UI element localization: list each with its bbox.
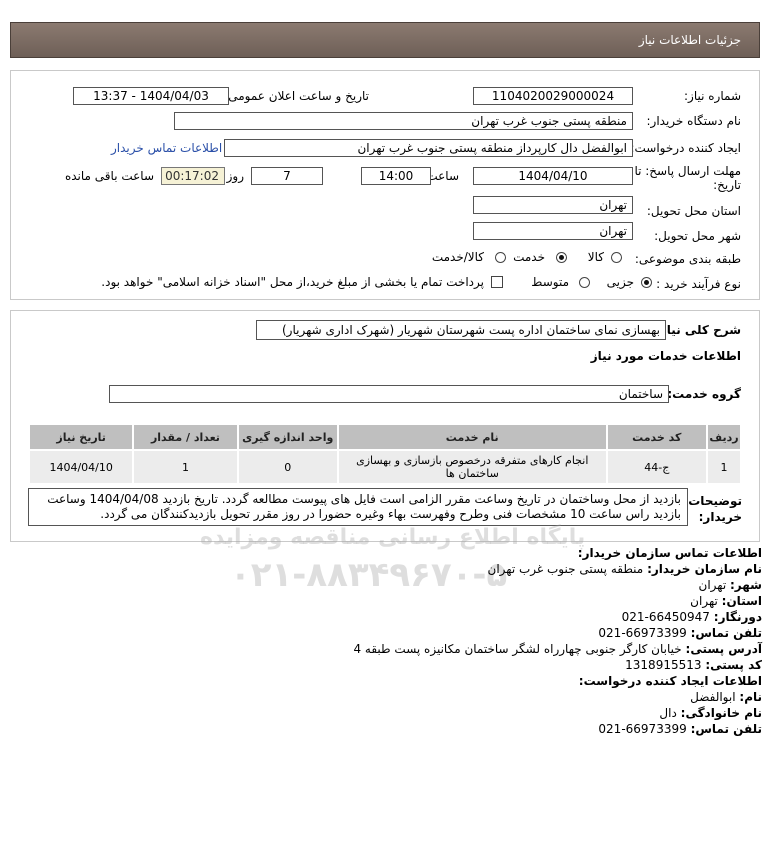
contact-phone: تلفن تماس: 66973399-021 xyxy=(598,626,762,640)
col-header-service-code: کد خدمت xyxy=(605,423,708,451)
col-header-quantity: تعداد / مقدار xyxy=(132,423,239,451)
purchase-medium-radio[interactable] xyxy=(579,277,590,288)
services-table: ردیف کد خدمت نام خدمت واحد اندازه گیری ت… xyxy=(27,423,743,485)
col-header-need-date: تاریخ نیاز xyxy=(27,423,135,451)
deadline-label-date: تاریخ: xyxy=(713,178,741,192)
page-title: جزئیات اطلاعات نیاز xyxy=(638,33,741,47)
col-header-unit: واحد اندازه گیری xyxy=(236,423,339,451)
summary-label: شرح کلی نیاز: xyxy=(655,323,741,337)
contact-title: اطلاعات تماس سازمان خریدار: xyxy=(577,546,762,560)
deadline-time-field: 14:00 xyxy=(361,167,431,185)
purchase-minor-radio[interactable] xyxy=(641,277,652,288)
creator-phone: تلفن تماس: 66973399-021 xyxy=(598,722,762,736)
announce-label: تاریخ و ساعت اعلان عمومی: xyxy=(224,89,369,103)
treasury-note: پرداخت تمام یا بخشی از مبلغ خرید،از محل … xyxy=(101,275,484,289)
page-header: جزئیات اطلاعات نیاز xyxy=(10,22,760,58)
cell-unit: 0 xyxy=(236,449,339,485)
col-header-row-number: ردیف xyxy=(705,423,743,451)
contact-city: شهر: تهران xyxy=(698,578,762,592)
cell-row-number: 1 xyxy=(705,449,743,485)
deadline-label: مهلت ارسال پاسخ: تا xyxy=(634,164,741,178)
treasury-checkbox[interactable] xyxy=(491,276,503,288)
service-group-field: ساختمان xyxy=(109,385,669,403)
creator-label: ایجاد کننده درخواست: xyxy=(630,141,741,155)
province-label: استان محل تحویل: xyxy=(646,204,741,218)
announce-field: 1404/04/03 - 13:37 xyxy=(73,87,229,105)
purchase-medium-label: متوسط xyxy=(531,275,569,289)
contact-postal: کد پستی: 1318915513 xyxy=(625,658,762,672)
category-goods-radio[interactable] xyxy=(611,252,622,263)
deadline-time-label: ساعت xyxy=(426,169,459,183)
purchase-type-label: نوع فرآیند خرید : xyxy=(656,277,741,291)
buyer-contact-link[interactable]: اطلاعات تماس خریدار xyxy=(111,141,222,155)
creator-title: اطلاعات ایجاد کننده درخواست: xyxy=(578,674,762,688)
deadline-date-field: 1404/04/10 xyxy=(473,167,633,185)
cell-service-code: ج-44 xyxy=(605,449,708,485)
cell-quantity: 1 xyxy=(132,449,239,485)
contact-fax: دورنگار: 66450947-021 xyxy=(621,610,762,624)
table-row: 1 ج-44 انجام کارهای متفرقه درخصوص بازساز… xyxy=(27,449,743,485)
category-service-radio[interactable] xyxy=(556,252,567,263)
cell-service-name: انجام کارهای متفرقه درخصوص بازسازی و بهس… xyxy=(336,449,608,485)
days-field: 7 xyxy=(251,167,323,185)
services-title: اطلاعات خدمات مورد نیاز xyxy=(590,349,741,363)
col-header-service-name: نام خدمت xyxy=(336,423,608,451)
need-number-label: شماره نیاز: xyxy=(684,89,741,103)
category-label: طبقه بندی موضوعی: xyxy=(634,252,741,266)
summary-field: بهسازی نمای ساختمان اداره پست شهرستان شه… xyxy=(256,320,666,340)
category-service-label: خدمت xyxy=(513,250,545,264)
purchase-minor-label: جزیی xyxy=(606,275,634,289)
creator-last-name: نام خانوادگی: دال xyxy=(659,706,762,720)
notes-label: توضیحات xyxy=(688,494,742,508)
category-both-radio[interactable] xyxy=(495,252,506,263)
service-group-label: گروه خدمت: xyxy=(667,387,741,401)
city-label: شهر محل تحویل: xyxy=(654,229,741,243)
need-number-field: 1104020029000024 xyxy=(473,87,633,105)
contact-org: نام سازمان خریدار: منطقه پستی جنوب غرب ت… xyxy=(487,562,762,576)
contact-province: استان: تهران xyxy=(690,594,762,608)
cell-need-date: 1404/04/10 xyxy=(27,449,135,485)
contact-address: آدرس پستی: خیابان کارگر جنوبی چهارراه لش… xyxy=(353,642,762,656)
need-info-panel: شماره نیاز: 1104020029000024 تاریخ و ساع… xyxy=(10,70,760,300)
creator-first-name: نام: ابوالفضل xyxy=(690,690,762,704)
remaining-label: ساعت باقی مانده xyxy=(64,169,154,183)
buyer-org-label: نام دستگاه خریدار: xyxy=(646,114,742,128)
table-header-row: ردیف کد خدمت نام خدمت واحد اندازه گیری ت… xyxy=(27,423,743,451)
creator-field: ابوالفضل دال کارپرداز منطقه پستی جنوب غر… xyxy=(224,139,633,157)
buyer-org-field: منطقه پستی جنوب غرب تهران xyxy=(174,112,633,130)
category-both-label: کالا/خدمت xyxy=(431,250,484,264)
category-goods-label: کالا xyxy=(587,250,604,264)
province-field: تهران xyxy=(473,196,633,214)
watermark-line-2: ۰۲۱-۸۸۳۴۹۶۷۰-۵ xyxy=(230,555,508,595)
city-field: تهران xyxy=(473,222,633,240)
notes-label-buyer: خریدار: xyxy=(698,510,742,524)
buyer-notes: بازدید از محل وساختمان در تاریخ وساعت مق… xyxy=(28,488,688,526)
remaining-time: 00:17:02 xyxy=(161,167,225,185)
